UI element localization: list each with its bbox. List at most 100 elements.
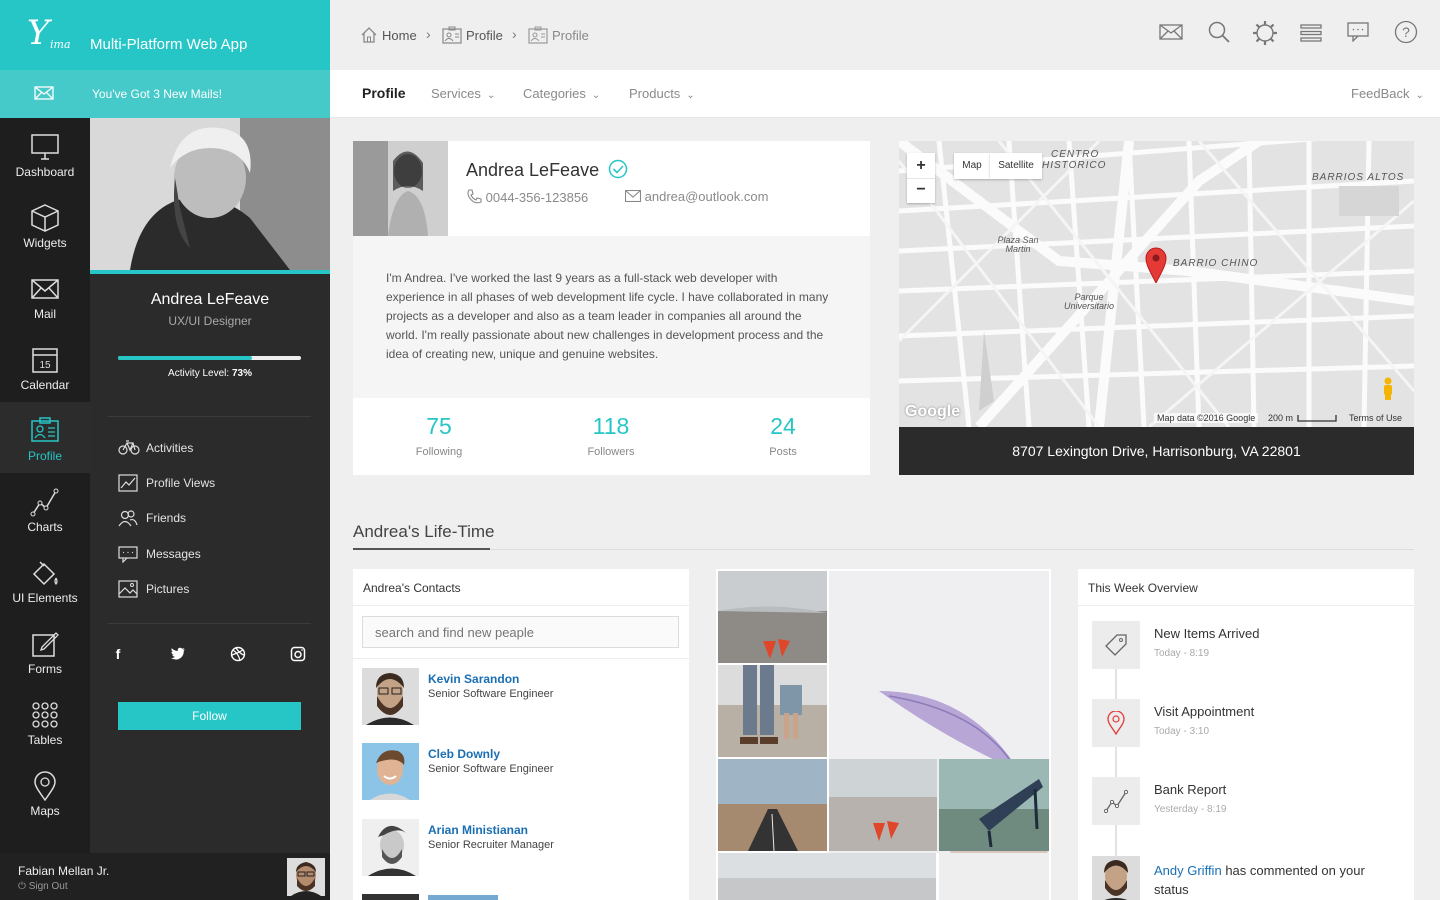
logo[interactable]: Y	[27, 13, 49, 53]
contact-role: Senior Software Engineer	[428, 763, 554, 775]
profile-email[interactable]: andrea@outlook.com	[624, 189, 768, 204]
stat-value: 118	[592, 413, 630, 439]
contacts-search-input[interactable]	[362, 616, 679, 648]
nav-tables[interactable]: Tables	[0, 686, 90, 757]
map-streets	[899, 141, 1414, 427]
map-label: Parque Universitario	[1059, 293, 1119, 311]
profile-phone[interactable]: 0044-356-123856	[466, 189, 588, 205]
tab-services[interactable]: Services ⌄	[431, 86, 495, 101]
list-icon[interactable]	[1300, 24, 1322, 42]
timeline-icon-box	[1092, 777, 1140, 825]
stat-posts[interactable]: 24 Posts	[697, 413, 869, 458]
chevron-down-icon: ⌄	[591, 90, 601, 101]
gallery-image[interactable]	[718, 853, 936, 900]
contact-item[interactable]: Cleb Downly Senior Software Engineer	[362, 743, 682, 801]
gallery-image[interactable]	[939, 759, 1049, 851]
contacts-card: Andrea's Contacts Kevin Sarandon Senior …	[353, 569, 689, 900]
map-label-line: Universitario	[1063, 301, 1114, 311]
instagram-icon[interactable]	[290, 646, 306, 662]
nav-widgets[interactable]: Widgets	[0, 189, 90, 260]
current-user-bar: Fabian Mellan Jr. ⏻ Sign Out	[0, 853, 330, 900]
user-link[interactable]: Andy Griffin	[1154, 863, 1222, 878]
nav-forms[interactable]: Forms	[0, 615, 90, 686]
profile-card-header: Andrea LeFeave 0044-356-123856 andrea@ou…	[353, 141, 870, 236]
help-icon[interactable]: ?	[1394, 20, 1418, 44]
nav-mail[interactable]: Mail	[0, 260, 90, 331]
nav-charts[interactable]: Charts	[0, 473, 90, 544]
stat-following[interactable]: 75 Following	[353, 413, 525, 458]
contact-name[interactable]: Cleb Downly	[428, 747, 500, 761]
breadcrumb-current: Profile	[528, 26, 589, 44]
feedback-dropdown[interactable]: FeedBack ⌄	[1351, 86, 1424, 101]
chevron-down-icon: ⌄	[486, 90, 496, 101]
week-overview-card: This Week Overview New Items Arrived Tod…	[1078, 569, 1414, 900]
nav-profile[interactable]: Profile	[0, 402, 90, 473]
facebook-icon[interactable]: f	[110, 646, 126, 662]
map-label: BARRIOS ALTOS	[1312, 172, 1405, 183]
street-view-icon[interactable]	[1381, 377, 1395, 401]
sign-out-link[interactable]: ⏻ Sign Out	[18, 881, 68, 892]
gallery-image[interactable]	[718, 665, 827, 757]
gallery-image[interactable]	[718, 759, 827, 851]
stat-followers[interactable]: 118 Followers	[525, 413, 697, 458]
nav-maps[interactable]: Maps	[0, 757, 90, 828]
google-logo: Google	[905, 403, 961, 420]
main-nav: Dashboard Widgets Mail 15 Calendar Profi…	[0, 118, 90, 853]
divider	[353, 658, 689, 659]
breadcrumb-profile[interactable]: Profile	[442, 26, 503, 44]
envelope-icon[interactable]	[1159, 23, 1183, 41]
divider	[1078, 605, 1414, 606]
follow-button[interactable]: Follow	[118, 702, 301, 730]
map-type-satellite[interactable]: Satellite	[990, 153, 1042, 179]
dribbble-icon[interactable]	[230, 646, 246, 662]
gallery-image[interactable]	[718, 571, 827, 663]
mail-notification-text: You've Got 3 New Mails!	[92, 87, 222, 101]
nav-dashboard[interactable]: Dashboard	[0, 118, 90, 189]
tab-profile[interactable]: Profile	[362, 85, 406, 101]
contact-name[interactable]: Kevin Sarandon	[428, 672, 519, 686]
gallery-image[interactable]	[829, 759, 937, 851]
breadcrumb-home[interactable]: Home	[360, 26, 417, 44]
contact-name-partial	[428, 895, 498, 900]
twitter-icon[interactable]	[170, 646, 186, 662]
nav-calendar[interactable]: 15 Calendar	[0, 331, 90, 402]
contact-name[interactable]: Arian Ministianan	[428, 823, 528, 837]
map-address: 8707 Lexington Drive, Harrisonburg, VA 2…	[899, 427, 1414, 475]
tab-products[interactable]: Products ⌄	[629, 86, 695, 101]
current-user-avatar[interactable]	[287, 858, 325, 896]
tab-categories[interactable]: Categories ⌄	[523, 86, 600, 101]
envelope-icon	[624, 189, 642, 203]
tab-label: Categories	[523, 86, 586, 101]
envelope-icon	[34, 86, 54, 100]
line-chart-icon	[1104, 789, 1128, 813]
map-type-map[interactable]: Map	[954, 153, 990, 179]
nav-ui-elements[interactable]: UI Elements	[0, 544, 90, 615]
map-view[interactable]: + − Map Satellite CENTRO HISTORICO BARRI…	[899, 141, 1414, 427]
search-icon[interactable]	[1207, 20, 1231, 44]
chat-icon[interactable]	[1347, 22, 1369, 42]
zoom-in-button[interactable]: +	[907, 153, 935, 178]
message-icon	[118, 546, 138, 563]
contact-item[interactable]: Arian Ministianan Senior Recruiter Manag…	[362, 819, 682, 877]
contact-role: Senior Recruiter Manager	[428, 839, 554, 851]
calendar-icon: 15	[32, 348, 58, 373]
gallery-image[interactable]	[939, 853, 1049, 900]
nav-label: Dashboard	[15, 165, 75, 179]
mail-notification[interactable]: You've Got 3 New Mails!	[0, 70, 330, 118]
chevron-down-icon: ⌄	[1415, 90, 1424, 101]
zoom-out-button[interactable]: −	[907, 178, 935, 203]
profile-panel: Andrea LeFeave UX/UI Designer Activity L…	[90, 118, 330, 853]
monitor-icon	[31, 134, 59, 160]
map-terms-link[interactable]: Terms of Use	[1349, 413, 1402, 423]
profile-card-icon	[528, 26, 548, 44]
nav-more[interactable]	[0, 828, 90, 853]
contact-item[interactable]: Kevin Sarandon Senior Software Engineer	[362, 668, 682, 726]
nav-label: Charts	[27, 520, 63, 534]
gear-icon[interactable]	[1252, 20, 1278, 46]
map-data-credit: Map data ©2016 Google	[1154, 413, 1259, 423]
users-icon	[118, 510, 138, 527]
map-marker-icon[interactable]	[1145, 247, 1167, 283]
paint-bucket-icon	[32, 561, 58, 586]
timeline-icon-box	[1092, 621, 1140, 669]
power-icon: ⏻	[18, 881, 26, 892]
